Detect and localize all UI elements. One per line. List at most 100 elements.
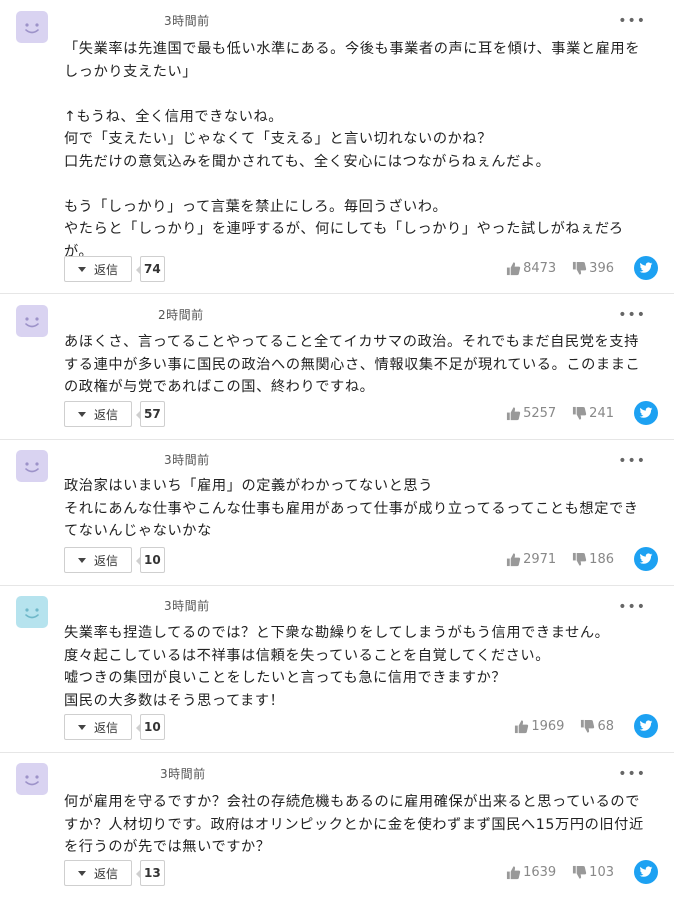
like-button[interactable]: 2971 [506, 552, 556, 567]
comment-item: 2時間前 ••• あほくさ、言ってることやってること全てイカサマの政治。それでも… [0, 294, 674, 440]
dislike-count: 241 [589, 406, 614, 421]
comment-item: 3時間前 ••• 「失業率は先進国で最も低い水準にある。今後も事業者の声に耳を傾… [0, 0, 674, 294]
dislike-count: 396 [589, 261, 614, 276]
reply-count-badge: 10 [136, 547, 165, 573]
reply-label: 返信 [93, 262, 118, 277]
twitter-bird-icon [639, 553, 653, 564]
comment-timestamp: 2時間前 [158, 308, 204, 322]
comment-timestamp: 3時間前 [160, 767, 206, 781]
vote-group: 1639 103 [506, 865, 614, 880]
thumbs-up-icon [507, 262, 521, 276]
comment-timestamp: 3時間前 [164, 453, 210, 467]
vote-group: 5257 241 [506, 406, 614, 421]
reply-label: 返信 [93, 553, 118, 568]
reply-button[interactable]: 返信 [64, 256, 132, 282]
face-avatar-icon [16, 305, 48, 337]
thumbs-up-icon [507, 407, 521, 421]
user-avatar[interactable] [16, 763, 48, 795]
twitter-bird-icon [639, 407, 653, 418]
caret-down-icon [77, 870, 86, 876]
face-avatar-icon [16, 450, 48, 482]
comment-item: 3時間前 ••• 何が雇用を守るですか？会社の存続危機もあるのに雇用確保が出来る… [0, 753, 674, 899]
reply-count-badge: 57 [136, 401, 165, 427]
like-button[interactable]: 5257 [506, 406, 556, 421]
twitter-share-button[interactable] [634, 256, 658, 280]
thumbs-down-icon [581, 719, 595, 733]
reply-count-badge: 13 [136, 860, 165, 886]
face-avatar-icon [16, 596, 48, 628]
comment-text: 政治家はいまいち「雇用」の定義がわかってないと思う それにあんな仕事やこんな仕事… [64, 478, 639, 539]
like-count: 5257 [523, 406, 557, 421]
twitter-share-button[interactable] [634, 401, 658, 425]
reply-label: 返信 [93, 720, 118, 735]
comment-text: 失業率も捏造してるのでは？と下衆な勘繰りをしてしまうがもう信用できません。 度々… [64, 625, 610, 709]
comment-timestamp: 3時間前 [164, 599, 210, 613]
comment-text: あほくさ、言ってることやってること全てイカサマの政治。それでもまだ自民党を支持 … [64, 334, 641, 395]
user-avatar[interactable] [16, 596, 48, 628]
reply-button[interactable]: 返信 [64, 714, 132, 740]
thumbs-down-icon [573, 406, 587, 420]
caret-down-icon [77, 266, 86, 272]
reply-group: 返信 10 [64, 547, 165, 573]
thumbs-up-icon [507, 866, 521, 880]
reply-button[interactable]: 返信 [64, 860, 132, 886]
like-count: 2971 [523, 552, 557, 567]
vote-group: 8473 396 [506, 261, 614, 276]
reply-button[interactable]: 返信 [64, 547, 132, 573]
dislike-button[interactable]: 396 [572, 261, 614, 276]
comment-item: 3時間前 ••• 失業率も捏造してるのでは？と下衆な勘繰りをしてしまうがもう信用… [0, 586, 674, 753]
face-avatar-icon [16, 763, 48, 795]
thumbs-down-icon [573, 261, 587, 275]
dislike-button[interactable]: 68 [580, 719, 614, 734]
dislike-count: 68 [597, 719, 614, 734]
vote-group: 1969 68 [514, 719, 614, 734]
reply-label: 返信 [93, 866, 118, 881]
twitter-share-button[interactable] [634, 860, 658, 884]
caret-down-icon [77, 411, 86, 417]
thumbs-up-icon [507, 553, 521, 567]
dislike-button[interactable]: 186 [572, 552, 614, 567]
more-options-icon[interactable]: ••• [618, 767, 646, 781]
dislike-button[interactable]: 103 [572, 865, 614, 880]
more-options-icon[interactable]: ••• [618, 454, 646, 468]
caret-down-icon [77, 724, 86, 730]
twitter-bird-icon [639, 866, 653, 877]
dislike-count: 103 [589, 865, 614, 880]
more-options-icon[interactable]: ••• [618, 14, 646, 28]
caret-down-icon [77, 557, 86, 563]
thumbs-down-icon [573, 552, 587, 566]
user-avatar[interactable] [16, 305, 48, 337]
reply-group: 返信 13 [64, 860, 165, 886]
face-avatar-icon [16, 11, 48, 43]
comment-text: 何が雇用を守るですか？会社の存続危機もあるのに雇用確保が出来ると思っているので … [64, 794, 644, 855]
user-avatar[interactable] [16, 450, 48, 482]
reply-group: 返信 74 [64, 256, 165, 282]
reply-count-badge: 74 [136, 256, 165, 282]
vote-group: 2971 186 [506, 552, 614, 567]
comment-text: 「失業率は先進国で最も低い水準にある。今後も事業者の声に耳を傾け、事業と雇用を … [64, 41, 641, 260]
reply-group: 返信 57 [64, 401, 165, 427]
more-options-icon[interactable]: ••• [618, 308, 646, 322]
user-avatar[interactable] [16, 11, 48, 43]
like-button[interactable]: 8473 [506, 261, 556, 276]
more-options-icon[interactable]: ••• [618, 600, 646, 614]
like-count: 8473 [523, 261, 557, 276]
like-count: 1639 [523, 865, 557, 880]
reply-label: 返信 [93, 407, 118, 422]
dislike-button[interactable]: 241 [572, 406, 614, 421]
thumbs-down-icon [573, 865, 587, 879]
twitter-share-button[interactable] [634, 714, 658, 738]
twitter-bird-icon [639, 720, 653, 731]
reply-group: 返信 10 [64, 714, 165, 740]
like-button[interactable]: 1969 [514, 719, 564, 734]
comment-item: 3時間前 ••• 政治家はいまいち「雇用」の定義がわかってないと思う それにあん… [0, 440, 674, 586]
comment-timestamp: 3時間前 [164, 14, 210, 28]
reply-button[interactable]: 返信 [64, 401, 132, 427]
twitter-bird-icon [639, 262, 653, 273]
reply-count-badge: 10 [136, 714, 165, 740]
dislike-count: 186 [589, 552, 614, 567]
thumbs-up-icon [515, 720, 529, 734]
like-count: 1969 [531, 719, 565, 734]
like-button[interactable]: 1639 [506, 865, 556, 880]
twitter-share-button[interactable] [634, 547, 658, 571]
